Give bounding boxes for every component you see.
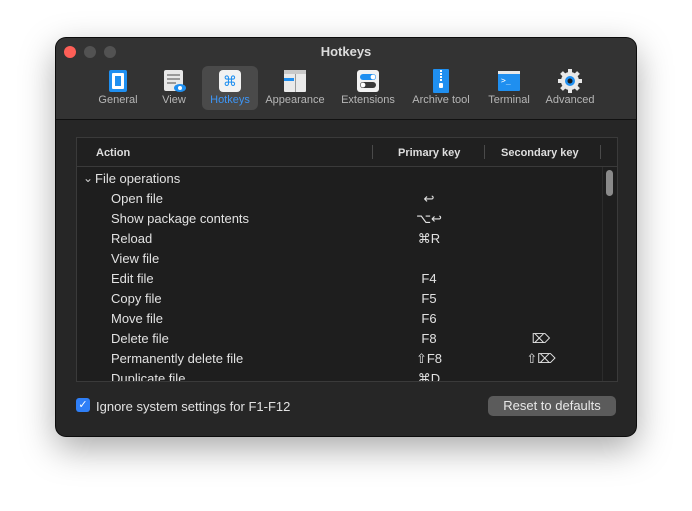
zipper-archive-icon <box>433 69 449 93</box>
row-action-cell: Delete file <box>111 331 169 346</box>
table-row[interactable]: Open file ↩ <box>77 187 603 207</box>
table-row[interactable]: Duplicate file ⌘D <box>77 367 603 381</box>
tab-appearance-label: Appearance <box>265 94 325 106</box>
svg-text:⌘: ⌘ <box>223 74 237 90</box>
gear-icon <box>558 69 582 93</box>
group-row-file-operations[interactable]: ⌄ File operations <box>77 167 603 187</box>
tab-view[interactable]: View <box>150 66 198 110</box>
general-icon <box>109 70 127 92</box>
tab-extensions[interactable]: Extensions <box>337 66 399 110</box>
tab-archive-tool-label: Archive tool <box>412 94 470 106</box>
chevron-down-icon[interactable]: ⌄ <box>83 171 93 185</box>
reset-to-defaults-button[interactable]: Reset to defaults <box>488 396 616 416</box>
table-row[interactable]: Show package contents ⌥↩ <box>77 207 603 227</box>
row-action-cell: Edit file <box>111 271 154 286</box>
row-action-cell: Show package contents <box>111 211 250 226</box>
tab-advanced[interactable]: Advanced <box>541 66 599 110</box>
titlebar: Hotkeys General View ⌘ Hotkeys Appearanc… <box>56 38 636 120</box>
tab-archive-tool[interactable]: Archive tool <box>408 66 474 110</box>
ignore-fkeys-label: Ignore system settings for F1-F12 <box>96 399 291 414</box>
svg-text:>_: >_ <box>501 76 511 85</box>
column-header-secondary-key[interactable]: Secondary key <box>501 147 579 159</box>
window-title: Hotkeys <box>320 44 372 59</box>
table-header: Action Primary key Secondary key <box>77 138 617 167</box>
row-primary-key-cell[interactable]: F8 <box>373 331 485 346</box>
table-row[interactable]: Permanently delete file ⇧F8 ⇧⌦ <box>77 347 603 367</box>
tab-general-label: General <box>98 94 138 106</box>
row-secondary-key-cell[interactable]: ⇧⌦ <box>485 351 597 367</box>
table-row[interactable]: Reload ⌘R <box>77 227 603 247</box>
row-primary-key-cell[interactable]: ⌘D <box>373 371 485 381</box>
row-action-cell: Duplicate file <box>111 371 186 381</box>
group-label: File operations <box>95 171 181 186</box>
row-secondary-key-cell[interactable]: ⌦ <box>485 331 597 347</box>
appearance-icon <box>284 70 306 92</box>
view-icon <box>164 70 186 92</box>
table-row[interactable]: Copy file F5 <box>77 287 603 307</box>
row-primary-key-cell[interactable]: ↩ <box>373 191 485 207</box>
column-divider <box>372 145 373 159</box>
table-rows: ⌄ File operations Open file ↩ Show package… <box>77 167 603 381</box>
tab-hotkeys[interactable]: ⌘ Hotkeys <box>202 66 258 110</box>
hotkeys-window: Hotkeys General View ⌘ Hotkeys Appearanc… <box>56 38 636 436</box>
tab-terminal[interactable]: >_ Terminal <box>483 66 535 110</box>
tab-view-label: View <box>162 94 186 106</box>
row-action-cell: Move file <box>111 311 164 326</box>
scrollbar-thumb[interactable] <box>606 170 613 196</box>
tab-advanced-label: Advanced <box>545 94 595 106</box>
row-action-cell: Permanently delete file <box>111 351 244 366</box>
column-divider <box>484 145 485 159</box>
row-action-cell: Open file <box>111 191 164 206</box>
tab-extensions-label: Extensions <box>341 94 395 106</box>
row-primary-key-cell[interactable]: F5 <box>373 291 485 306</box>
ignore-fkeys-checkbox[interactable]: ✓ <box>76 398 90 412</box>
terminal-icon: >_ <box>498 71 520 91</box>
column-divider <box>600 145 601 159</box>
table-row[interactable]: Edit file F4 <box>77 267 603 287</box>
row-action-cell: View file <box>111 251 160 266</box>
tab-appearance[interactable]: Appearance <box>262 66 328 110</box>
command-key-icon: ⌘ <box>219 70 241 92</box>
row-primary-key-cell[interactable]: ⇧F8 <box>373 351 485 367</box>
column-header-action[interactable]: Action <box>96 147 130 159</box>
row-primary-key-cell[interactable]: ⌘R <box>373 231 485 247</box>
table-row[interactable]: View file <box>77 247 603 267</box>
row-primary-key-cell[interactable]: F4 <box>373 271 485 286</box>
row-primary-key-cell[interactable]: F6 <box>373 311 485 326</box>
table-row[interactable]: Move file F6 <box>77 307 603 327</box>
vertical-scrollbar[interactable] <box>602 167 617 381</box>
table-row[interactable]: Delete file F8 ⌦ <box>77 327 603 347</box>
row-action-cell: Copy file <box>111 291 162 306</box>
row-action-cell: Reload <box>111 231 153 246</box>
hotkeys-table: Action Primary key Secondary key ⌄ File … <box>76 137 618 382</box>
column-header-primary-key[interactable]: Primary key <box>398 147 460 159</box>
tab-terminal-label: Terminal <box>488 94 530 106</box>
tab-general[interactable]: General <box>94 66 142 110</box>
tab-hotkeys-label: Hotkeys <box>210 94 250 106</box>
row-primary-key-cell[interactable]: ⌥↩ <box>373 211 485 227</box>
toggle-switches-icon <box>357 70 379 92</box>
